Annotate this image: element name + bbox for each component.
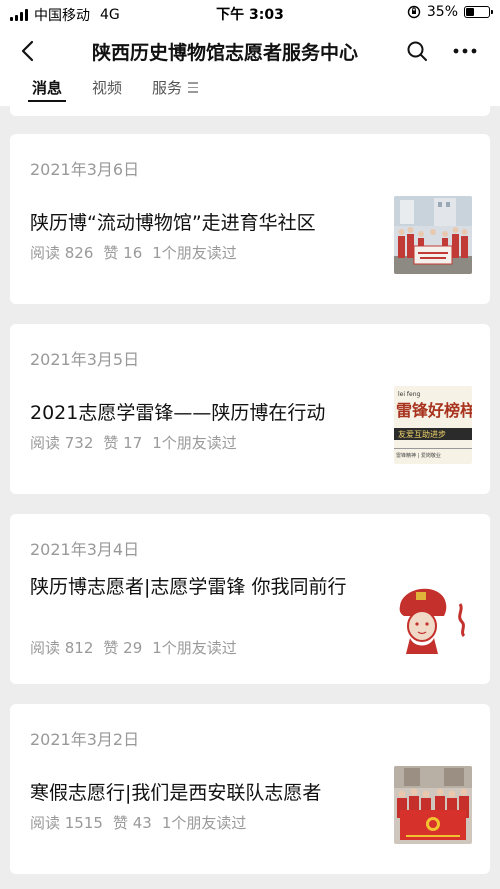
read-count: 阅读 732 [30, 434, 94, 452]
article-title: 陕历博“流动博物馆”走进育华社区 [30, 212, 316, 234]
group-photo-image [394, 196, 472, 274]
battery-icon [464, 6, 493, 18]
article-date: 2021年3月4日 [30, 540, 140, 559]
more-icon [453, 48, 477, 54]
article-thumbnail [394, 196, 472, 274]
like-count: 赞 43 [112, 814, 152, 832]
status-right: 35% [407, 4, 493, 20]
article-date: 2021年3月2日 [30, 730, 140, 749]
article-card[interactable]: 2021年3月6日 陕历博“流动博物馆”走进育华社区 阅读 826 赞 16 1… [10, 134, 490, 304]
article-card[interactable]: 2021年3月2日 寒假志愿行|我们是西安联队志愿者 阅读 1515 赞 43 … [10, 704, 490, 874]
article-meta: 阅读 1515 赞 43 1个朋友读过 [30, 812, 246, 833]
read-count: 阅读 812 [30, 639, 94, 657]
lei-feng-poster-image: lei feng 雷锋好榜样 友爱互助进步 雷锋精神 | 爱岗敬业 [394, 386, 472, 464]
article-meta: 阅读 732 赞 17 1个朋友读过 [30, 432, 237, 453]
menu-icon [188, 82, 199, 93]
tab-label: 视频 [92, 79, 123, 97]
article-date: 2021年3月5日 [30, 350, 140, 369]
search-button[interactable] [402, 36, 432, 66]
article-title: 陕历博志愿者|志愿学雷锋 你我同前行 [30, 576, 347, 598]
article-date: 2021年3月6日 [30, 160, 140, 179]
like-count: 赞 16 [103, 244, 143, 262]
page-title: 陕西历史博物馆志愿者服务中心 [91, 42, 358, 64]
article-card[interactable]: 2021年3月5日 2021志愿学雷锋——陕历博在行动 阅读 732 赞 17 … [10, 324, 490, 494]
like-count: 赞 17 [103, 434, 143, 452]
article-thumbnail [394, 766, 472, 844]
tab-messages[interactable]: 消息 [27, 74, 67, 102]
article-meta: 阅读 826 赞 16 1个朋友读过 [30, 242, 237, 263]
poster-band-text: 友爱互助进步 [398, 429, 446, 439]
article-meta: 阅读 812 赞 29 1个朋友读过 [30, 637, 237, 658]
friends-read: 1个朋友读过 [152, 244, 237, 262]
chevron-left-icon [21, 40, 34, 62]
search-icon [407, 41, 427, 61]
battery-percent: 35% [426, 4, 458, 20]
lei-feng-portrait-image [394, 576, 472, 654]
read-count: 阅读 1515 [30, 814, 103, 832]
article-thumbnail: lei feng 雷锋好榜样 友爱互助进步 雷锋精神 | 爱岗敬业 [394, 386, 472, 464]
like-count: 赞 29 [103, 639, 143, 657]
volunteer-group-image [394, 766, 472, 844]
tab-label: 服务 [152, 79, 183, 97]
nav-bar: 陕西历史博物馆志愿者服务中心 [0, 28, 500, 74]
more-button[interactable] [450, 36, 480, 66]
article-title: 2021志愿学雷锋——陕历博在行动 [30, 402, 326, 424]
poster-bottom-text: 雷锋精神 | 爱岗敬业 [396, 452, 441, 459]
orientation-lock-icon [407, 5, 421, 19]
status-bar: 中国移动 4G 下午 3:03 35% [0, 0, 500, 28]
tab-videos[interactable]: 视频 [92, 74, 122, 98]
read-count: 阅读 826 [30, 244, 94, 262]
article-thumbnail [394, 576, 472, 654]
friends-read: 1个朋友读过 [152, 434, 237, 452]
tab-bar: 消息 视频 服务 [0, 74, 500, 106]
back-button[interactable] [12, 36, 42, 66]
article-card[interactable]: 2021年3月4日 陕历博志愿者|志愿学雷锋 你我同前行 阅读 812 赞 29… [10, 514, 490, 684]
tab-label: 消息 [32, 79, 63, 97]
friends-read: 1个朋友读过 [161, 814, 247, 832]
poster-title-text: 雷锋好榜样 [396, 401, 472, 420]
friends-read: 1个朋友读过 [152, 639, 237, 657]
article-title: 寒假志愿行|我们是西安联队志愿者 [30, 782, 322, 804]
previous-card-edge [10, 106, 490, 116]
tab-services[interactable]: 服务 [152, 74, 199, 98]
battery-fill [466, 8, 474, 16]
poster-small-text: lei feng [398, 391, 421, 398]
